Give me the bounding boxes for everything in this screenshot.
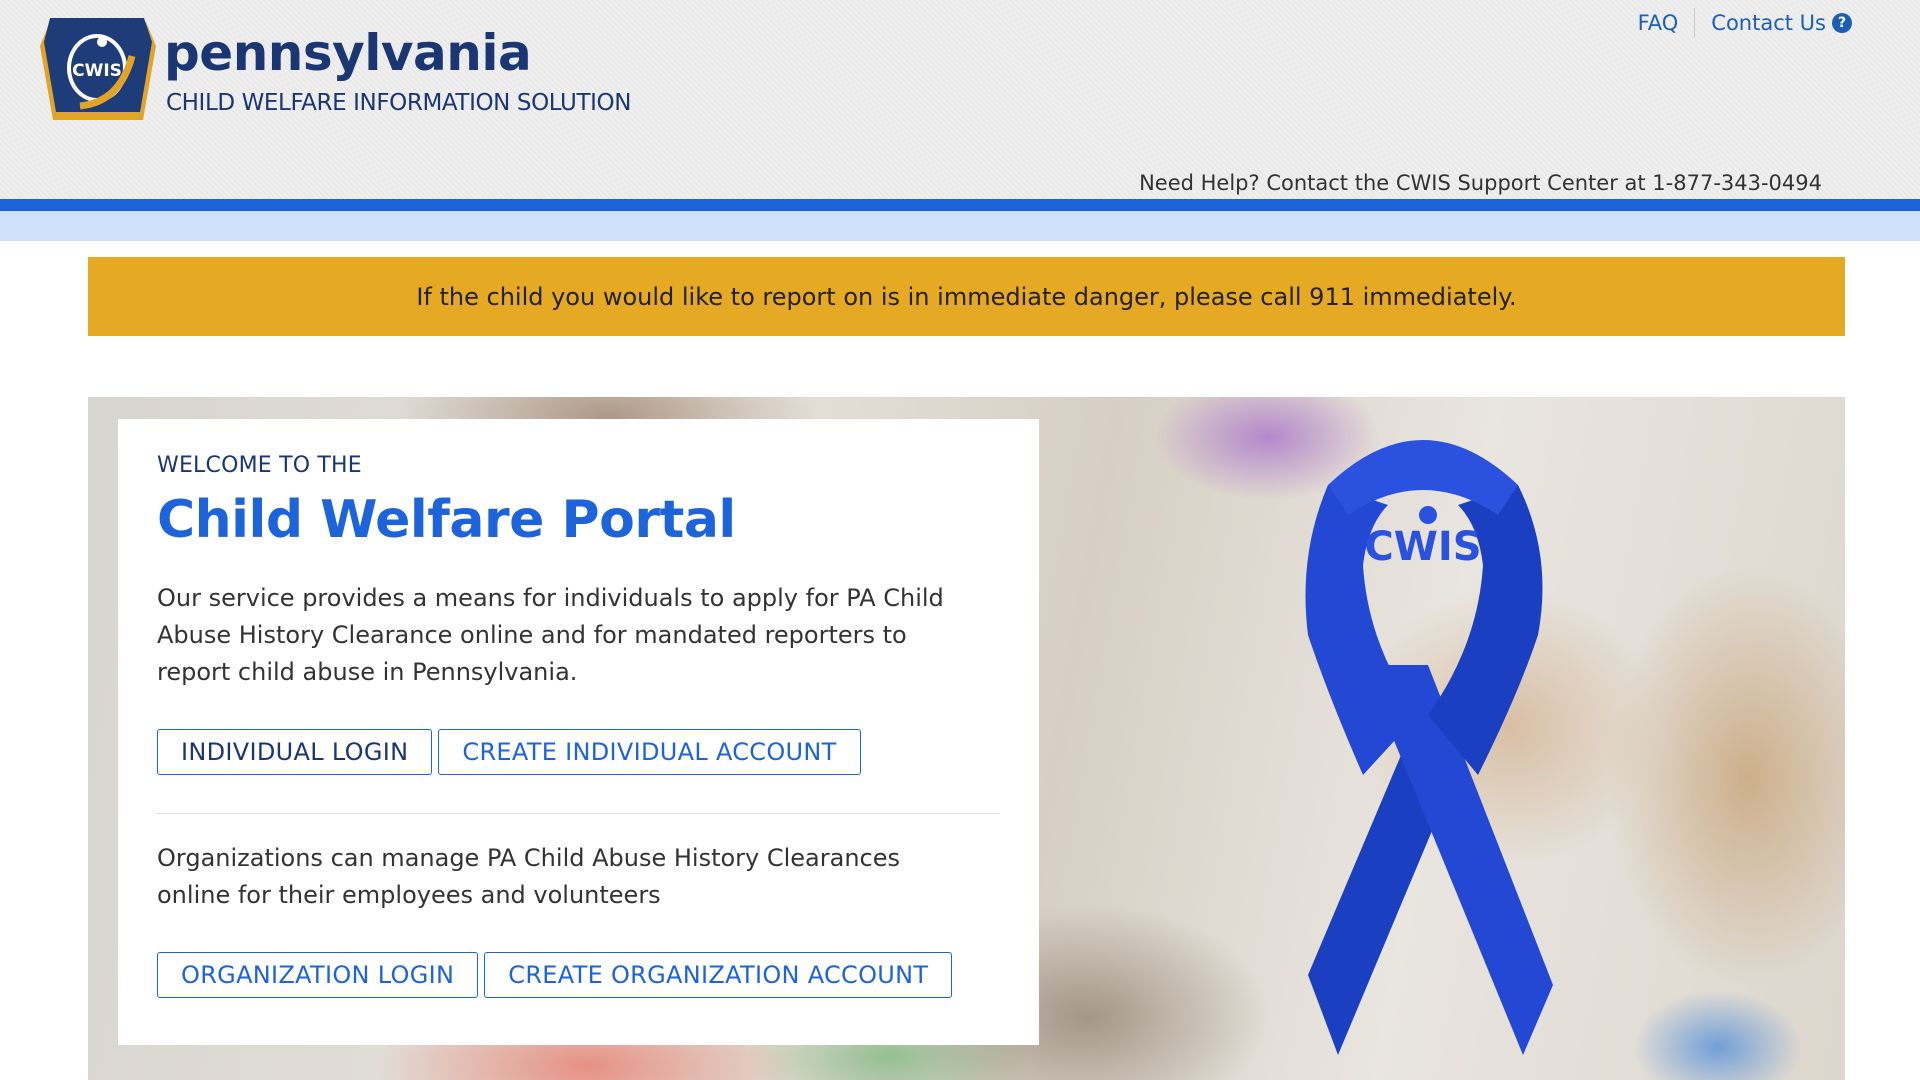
logo-subtitle: CHILD WELFARE INFORMATION SOLUTION — [166, 90, 632, 116]
contact-us-link[interactable]: Contact Us ? — [1711, 11, 1852, 35]
hero-section: CWIS WELCOME TO THE Child Welfare Portal… — [88, 397, 1845, 1080]
logo-state-name: pennsylvania — [164, 24, 532, 82]
site-header: CWIS pennsylvania CHILD WELFARE INFORMAT… — [0, 0, 1920, 199]
page-title: Child Welfare Portal — [157, 490, 736, 550]
ribbon-cwis-text: CWIS — [1364, 524, 1481, 570]
organization-button-row: ORGANIZATION LOGIN CREATE ORGANIZATION A… — [157, 952, 1000, 998]
individual-button-row: INDIVIDUAL LOGIN CREATE INDIVIDUAL ACCOU… — [157, 729, 1000, 775]
top-link-divider — [1694, 8, 1696, 38]
support-center-text: Need Help? Contact the CWIS Support Cent… — [1139, 171, 1822, 195]
individual-description: Our service provides a means for individ… — [157, 584, 944, 686]
awareness-ribbon-icon: CWIS — [1305, 440, 1553, 1055]
header-blue-rule — [0, 199, 1920, 211]
logo-badge-text: CWIS — [72, 61, 122, 81]
welcome-card: WELCOME TO THE Child Welfare Portal Our … — [118, 419, 1039, 1045]
section-divider — [157, 813, 1000, 814]
cwis-keystone-logo-icon[interactable]: CWIS — [40, 16, 156, 128]
individual-login-button[interactable]: INDIVIDUAL LOGIN — [157, 729, 433, 775]
top-links: FAQ Contact Us ? — [1638, 8, 1852, 38]
faq-link[interactable]: FAQ — [1638, 11, 1679, 35]
contact-us-label: Contact Us — [1711, 11, 1826, 35]
emergency-alert-text: If the child you would like to report on… — [416, 282, 1517, 311]
create-organization-account-button[interactable]: CREATE ORGANIZATION ACCOUNT — [484, 952, 953, 998]
header-light-band — [0, 211, 1920, 241]
emergency-alert-banner: If the child you would like to report on… — [88, 257, 1845, 336]
create-individual-account-button[interactable]: CREATE INDIVIDUAL ACCOUNT — [438, 729, 861, 775]
organization-description: Organizations can manage PA Child Abuse … — [157, 844, 901, 909]
organization-login-button[interactable]: ORGANIZATION LOGIN — [157, 952, 479, 998]
help-circle-icon: ? — [1832, 13, 1852, 33]
welcome-eyebrow: WELCOME TO THE — [157, 453, 362, 478]
